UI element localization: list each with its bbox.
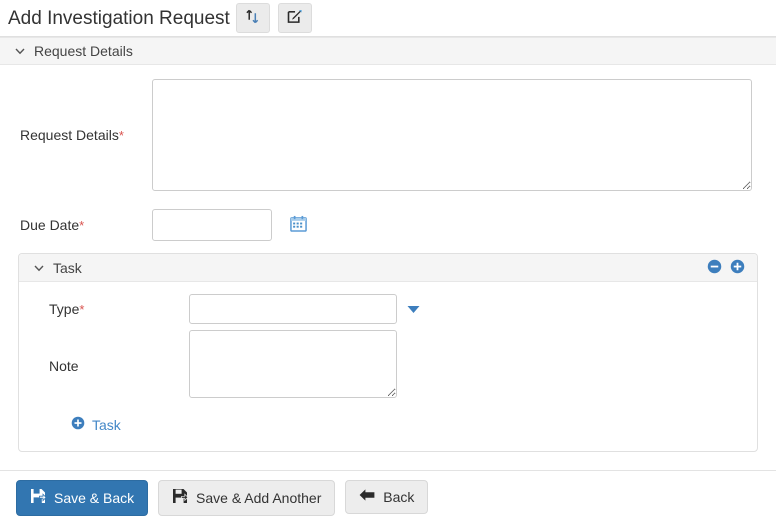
task-type-field-row: Type* [19, 294, 757, 330]
due-date-field-row: Due Date* [0, 191, 776, 253]
add-task-link-label: Task [92, 416, 121, 433]
back-label: Back [383, 488, 415, 505]
task-type-label-text: Type [49, 300, 80, 317]
caret-down-icon [407, 302, 420, 317]
task-panel-header: Task [19, 254, 757, 282]
task-panel-title[interactable]: Task [53, 260, 82, 276]
task-note-label-text: Note [49, 358, 79, 374]
task-panel-actions [707, 259, 745, 277]
minus-circle-icon [707, 259, 722, 277]
save-icon [30, 488, 47, 508]
edit-button[interactable] [277, 3, 312, 33]
plus-circle-icon [71, 416, 85, 433]
save-and-back-label: Save & Back [54, 489, 135, 506]
required-marker: * [79, 301, 85, 317]
save-and-add-another-button[interactable]: Save & Add Another [158, 480, 336, 516]
request-details-textarea[interactable] [152, 79, 752, 191]
due-date-label-text: Due Date [20, 216, 80, 233]
due-date-label: Due Date* [0, 217, 152, 234]
task-type-label: Type* [19, 301, 189, 318]
save-icon [172, 488, 189, 508]
task-type-dropdown-button[interactable] [407, 294, 420, 324]
arrow-left-icon [359, 488, 375, 506]
request-details-label: Request Details* [0, 79, 152, 144]
request-details-panel-body: Request Details* Due Date* Task Type* No… [0, 65, 776, 470]
chevron-down-icon[interactable] [33, 262, 45, 274]
chevron-down-icon [14, 45, 26, 57]
request-details-field-row: Request Details* [0, 75, 776, 191]
footer-action-bar: Save & Back Save & Add Another Back [0, 470, 776, 525]
task-note-field-row: Note [19, 330, 757, 398]
save-and-add-another-label: Save & Add Another [196, 489, 322, 506]
calendar-icon [290, 215, 307, 235]
request-details-panel-title: Request Details [34, 43, 133, 59]
remove-task-button[interactable] [707, 259, 722, 277]
add-task-link[interactable]: Task [71, 416, 121, 433]
task-panel-body: Type* Note Task [19, 282, 757, 451]
required-marker: * [79, 217, 85, 233]
panel-spacer [0, 452, 776, 464]
exchange-icon [245, 9, 260, 27]
page-header: Add Investigation Request [0, 0, 776, 36]
edit-square-icon [287, 9, 302, 27]
task-note-textarea[interactable] [189, 330, 397, 398]
required-marker: * [118, 128, 124, 143]
task-type-input[interactable] [189, 294, 397, 324]
exchange-button[interactable] [235, 3, 270, 33]
page-title: Add Investigation Request [8, 7, 230, 29]
task-panel: Task Type* Note Task [18, 253, 758, 452]
request-details-label-text: Request Details [20, 127, 119, 143]
add-task-panel-button[interactable] [730, 259, 745, 277]
request-details-panel: Request Details Request Details* Due Dat… [0, 36, 776, 471]
due-date-input[interactable] [152, 209, 272, 241]
back-button[interactable]: Back [345, 480, 429, 514]
plus-circle-icon [730, 259, 745, 277]
due-date-calendar-button[interactable] [290, 215, 307, 235]
request-details-panel-header[interactable]: Request Details [0, 37, 776, 65]
header-button-group [235, 3, 312, 33]
save-and-back-button[interactable]: Save & Back [16, 480, 149, 516]
task-note-label: Note [19, 330, 189, 375]
